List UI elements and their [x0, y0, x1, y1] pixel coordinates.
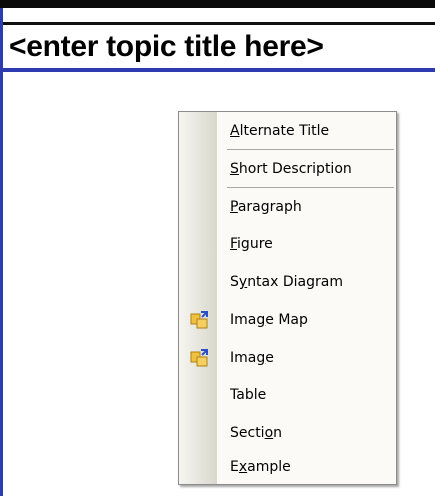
label-start: Ima — [230, 312, 257, 328]
mnemonic: g — [256, 312, 266, 328]
menu-item-image-map[interactable]: Image Map — [179, 305, 396, 335]
label-rest: lternate Title — [239, 123, 330, 139]
menu-item-table[interactable]: Table — [179, 380, 396, 410]
menu-item-label: Alternate Title — [230, 123, 329, 139]
menu-item-label: Short Description — [230, 161, 352, 177]
image-insert-icon — [190, 349, 208, 367]
menu-item-label: Example — [230, 459, 291, 475]
menu-item-label: Table — [230, 387, 267, 403]
menu-item-example[interactable]: Example — [179, 452, 396, 482]
menu-item-label: Paragraph — [230, 199, 302, 215]
menu-separator — [227, 149, 394, 150]
insert-context-menu: Alternate Title Short Description Paragr… — [178, 111, 397, 485]
label-rest: aragraph — [237, 199, 302, 215]
label-start: Secti — [230, 425, 265, 441]
label-rest: e Map — [265, 312, 308, 328]
label-rest: ample — [247, 459, 291, 475]
mnemonic: S — [230, 161, 239, 177]
menu-separator — [227, 187, 394, 188]
label-start: E — [230, 459, 239, 475]
mnemonic: F — [230, 236, 238, 252]
mnemonic: o — [264, 425, 274, 441]
label-rest: n — [273, 425, 283, 441]
menu-item-label: Section — [230, 425, 282, 441]
menu-item-label: Image Map — [230, 312, 308, 328]
mnemonic: x — [238, 459, 248, 475]
menu-item-label: Syntax Diagram — [230, 274, 343, 290]
menu-item-short-description[interactable]: Short Description — [179, 154, 396, 184]
label-rest: e — [265, 350, 274, 366]
label-start: S — [230, 274, 239, 290]
menu-item-label: Figure — [230, 236, 273, 252]
menu-item-syntax-diagram[interactable]: Syntax Diagram — [179, 267, 396, 297]
menu-item-label: Image — [230, 350, 274, 366]
menu-item-alternate-title[interactable]: Alternate Title — [179, 116, 396, 146]
image-insert-icon — [190, 311, 208, 329]
top-rule — [0, 0, 435, 8]
topic-title[interactable]: <enter topic title here> — [3, 30, 324, 64]
label-rest: igure — [237, 236, 273, 252]
menu-item-image[interactable]: Image — [179, 343, 396, 373]
mnemonic: g — [256, 350, 266, 366]
mnemonic: y — [238, 274, 248, 290]
mnemonic: P — [230, 199, 238, 215]
menu-item-figure[interactable]: Figure — [179, 229, 396, 259]
topic-title-bar[interactable]: <enter topic title here> — [3, 22, 435, 72]
mnemonic: A — [230, 123, 240, 139]
label-rest: ntax Diagram — [247, 274, 343, 290]
label-rest: hort Description — [238, 161, 352, 177]
menu-item-paragraph[interactable]: Paragraph — [179, 192, 396, 222]
label-start: Ima — [230, 350, 257, 366]
menu-item-section[interactable]: Section — [179, 418, 396, 448]
